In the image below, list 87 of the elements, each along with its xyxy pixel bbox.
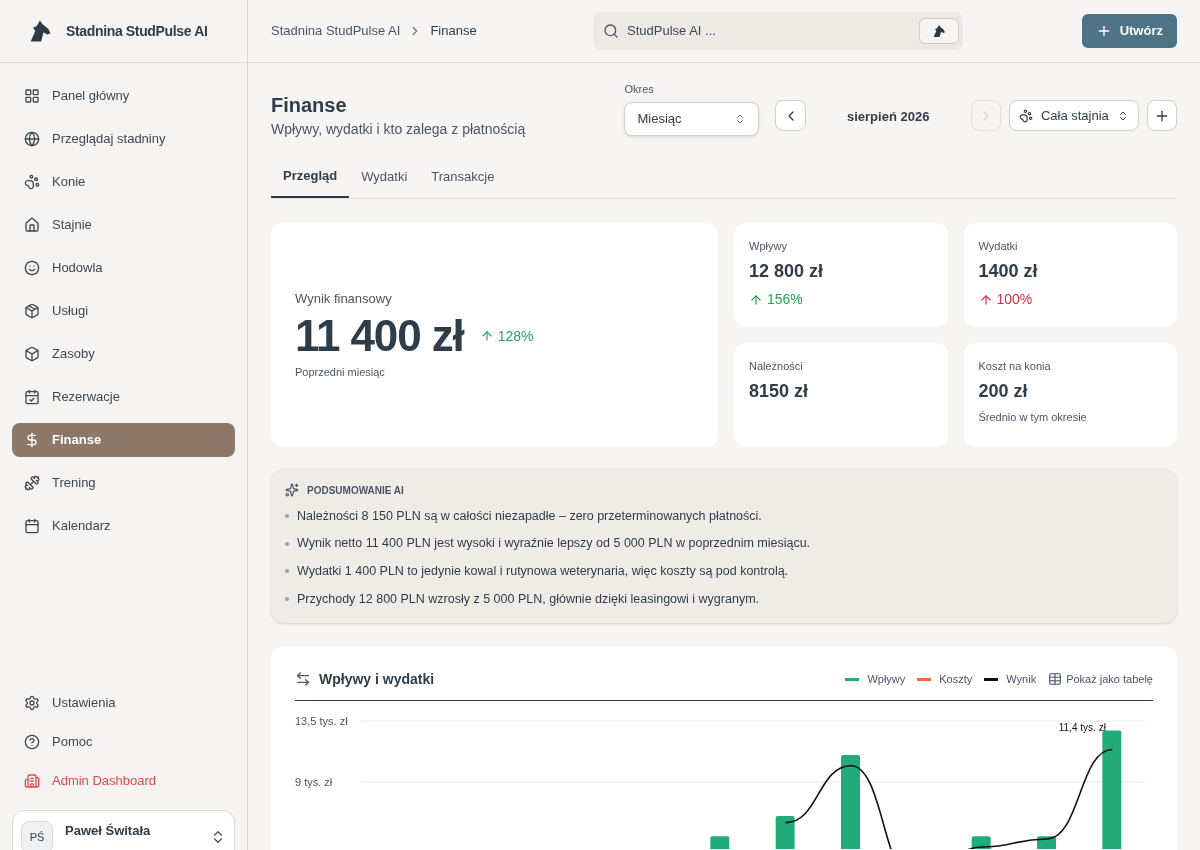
summary-point: Przychody 12 800 PLN wzrosły z 5 000 PLN, głównie dzięki leasingowi i wygranym. (297, 590, 760, 608)
scope-select[interactable]: Cała stajnia (1008, 100, 1139, 131)
tab[interactable]: Przegląd (271, 166, 350, 198)
summary-point: Wydatki 1 400 PLN to jedynie kowal i rutynowa weterynaria, więc koszty są pod kontrolą. (297, 563, 789, 580)
swap-icon (295, 671, 311, 687)
legend-label: Koszty (939, 671, 973, 687)
globe-icon (24, 131, 40, 147)
legend-swatch (917, 677, 932, 681)
search-input[interactable]: StudPulse AI ... (627, 21, 911, 41)
axis-label: 13,5 tys. zł (295, 714, 348, 727)
stat-value: 12 800 zł (749, 260, 825, 283)
nav-item[interactable]: Trening (12, 466, 235, 500)
legend-label: Wynik (1006, 671, 1037, 687)
data-label: 11,4 tys. zł (1058, 721, 1106, 733)
help-icon (24, 734, 40, 750)
trend-change: 128% (479, 325, 534, 347)
breadcrumb-link[interactable]: Stadnina StudPulse AI (271, 21, 401, 41)
smile-icon (24, 260, 40, 276)
user-menu[interactable]: PŚ Paweł Świtała (12, 810, 235, 850)
building-icon (24, 773, 40, 789)
stat-value: 8150 zł (749, 380, 810, 403)
nav-item[interactable]: Admin Dashboard (12, 766, 235, 796)
nav-item[interactable]: Kalendarz (12, 509, 235, 543)
nav-item[interactable]: Ustawienia (12, 688, 235, 718)
nav-item[interactable]: Usługi (12, 294, 235, 328)
search-icon (603, 23, 619, 39)
card-label: Wydatki (978, 238, 1019, 254)
legend-label: Wpływy (867, 671, 906, 687)
paw-icon (1018, 108, 1033, 123)
summary-point: Należności 8 150 PLN są w całości niezapadłe – zero przeterminowanych płatności. (297, 507, 762, 525)
create-button[interactable]: Utwórz (1081, 14, 1177, 48)
dumbbell-icon (24, 475, 40, 491)
card-note: Średnio w tym okresie (978, 410, 1088, 425)
card-label: Wynik finansowy (295, 289, 393, 308)
axis-label: 9 tys. zł (295, 775, 333, 788)
stat-value: 200 zł (978, 380, 1029, 403)
nav-item[interactable]: Przeglądaj stadniny (12, 122, 235, 156)
ai-button[interactable] (919, 18, 959, 44)
chart-title: Wpływy i wydatki (319, 669, 435, 689)
nav-item[interactable]: Hodowla (12, 251, 235, 285)
add-button[interactable] (1146, 100, 1177, 131)
page-subtitle: Wpływy, wydatki i kto zalega z płatnością (271, 120, 527, 139)
tab[interactable]: Transakcje (419, 166, 507, 198)
page-title: Finanse (271, 93, 348, 118)
calendar-icon (24, 518, 40, 534)
card-label: Koszt na konia (978, 358, 1052, 374)
period-select[interactable]: Miesiąc (624, 101, 760, 136)
panel-title: PODSUMOWANIE AI (307, 483, 404, 498)
tab[interactable]: Wydatki (349, 166, 420, 198)
card-label: Wpływy (749, 238, 788, 254)
period-label: Okres (624, 82, 655, 97)
nav-item[interactable]: Zasoby (12, 337, 235, 371)
nav-item[interactable]: Rezerwacje (12, 380, 235, 414)
sparkles-icon (285, 483, 299, 497)
horse-head-icon (931, 23, 947, 39)
date-label: sierpień 2026 (846, 108, 931, 126)
breadcrumb-link[interactable]: Finanse (430, 21, 477, 41)
nav-item[interactable]: Panel główny (12, 79, 235, 113)
table-toggle[interactable]: Pokaż jako tabelę (1048, 670, 1153, 688)
avatar: PŚ (21, 821, 53, 850)
nav-item[interactable]: Stajnie (12, 208, 235, 242)
settings-icon (24, 695, 40, 711)
brand-name: Stadnina StudPulse AI (66, 21, 208, 41)
paw-icon (24, 174, 40, 190)
trend-change: 100% (978, 289, 1162, 310)
stat-value: 1400 zł (978, 260, 1039, 283)
calendar-check-icon (24, 389, 40, 405)
card-label: Należności (749, 358, 804, 374)
trend-change: 156% (749, 289, 933, 310)
box-icon (24, 346, 40, 362)
bar (775, 815, 795, 849)
house-icon (24, 217, 40, 233)
summary-point: Wynik netto 11 400 PLN jest wysoki i wyraźnie lepszy od 5 000 PLN w poprzednim miesiącu. (297, 535, 811, 553)
legend-swatch (845, 677, 860, 681)
grid-icon (24, 88, 40, 104)
package-icon (24, 303, 40, 319)
user-name: Paweł Świtała (65, 822, 152, 840)
search-field[interactable]: StudPulse AI ... (593, 12, 963, 50)
result-value: 11 400 zł (295, 310, 464, 362)
legend-swatch (984, 677, 999, 681)
card-note: Poprzedni miesiąc (295, 365, 386, 380)
nav-item[interactable]: Pomoc (12, 727, 235, 757)
dollar-icon (24, 432, 40, 448)
nav-item[interactable]: Konie (12, 165, 235, 199)
bar (710, 835, 730, 849)
nav-item[interactable]: Finanse (12, 423, 235, 457)
table-icon (1048, 672, 1063, 686)
